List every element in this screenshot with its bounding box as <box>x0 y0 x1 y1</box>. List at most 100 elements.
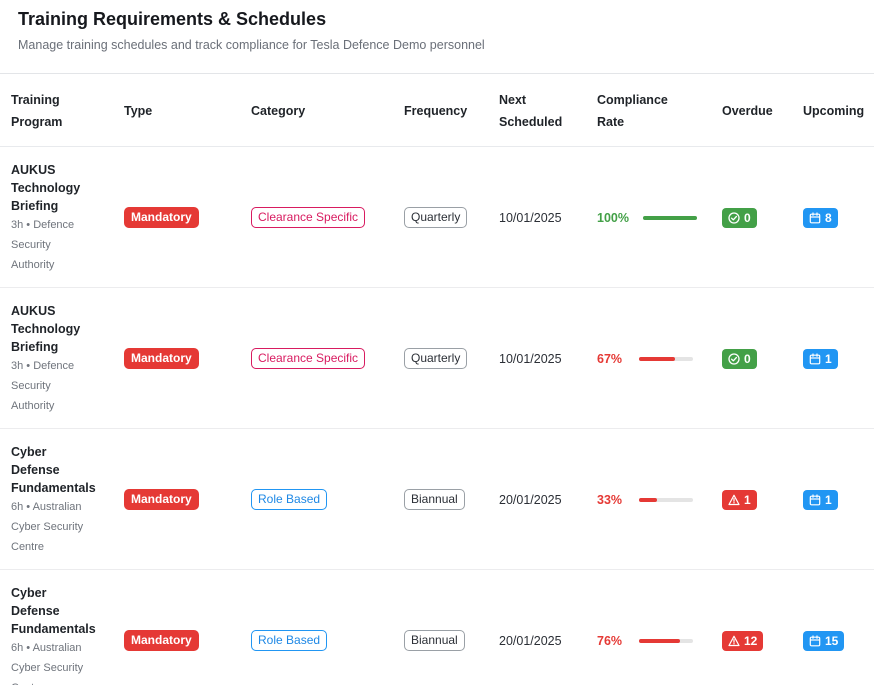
category-cell: Role Based <box>251 429 328 570</box>
category-badge: Role Based <box>251 489 328 510</box>
table-row: AUKUS Technology Briefing 3h • Defence Secur… <box>0 288 874 429</box>
training-program-meta: 3h • Defence Security Authority <box>11 356 74 416</box>
category-cell: Clearance Specific <box>251 147 366 288</box>
upcoming-count: 1 <box>825 492 832 507</box>
page-header: Training Requirements & Schedules Manage… <box>18 8 874 74</box>
col-category[interactable]: Category <box>251 74 305 147</box>
type-cell: Mandatory <box>124 570 199 685</box>
upcoming-cell: 8 <box>803 147 838 288</box>
compliance-rate-value: 100% <box>597 210 629 225</box>
overdue-cell: 0 <box>722 147 757 288</box>
overdue-count: 12 <box>744 633 758 648</box>
col-overdue[interactable]: Overdue <box>722 74 773 147</box>
calendar-icon <box>809 634 821 647</box>
type-cell: Mandatory <box>124 429 199 570</box>
training-program-title[interactable]: Briefing <box>11 338 58 356</box>
col-type[interactable]: Type <box>124 74 152 147</box>
category-badge: Clearance Specific <box>251 207 366 228</box>
compliance-rate-value: 76% <box>597 633 623 648</box>
compliance-progress-fill <box>639 638 681 643</box>
upcoming-count: 1 <box>825 351 832 366</box>
training-program-meta-line: Cyber Security <box>11 661 84 674</box>
training-program-title[interactable]: Technology <box>11 179 80 197</box>
training-program-meta-line: Security <box>11 238 51 251</box>
overdue-cell: 1 <box>722 429 757 570</box>
training-program-title[interactable]: Defense <box>11 602 60 620</box>
training-program-title[interactable]: Technology <box>11 320 80 338</box>
upcoming-badge: 8 <box>803 207 838 228</box>
training-program-meta-line: 3h • Defence <box>11 359 75 372</box>
training-program-title[interactable]: Cyber <box>11 443 46 461</box>
training-program-cell: AUKUS Technology Briefing 3h • Defence Secur… <box>11 147 111 288</box>
training-program-meta-line: Authority <box>11 399 55 412</box>
overdue-badge: 12 <box>722 630 764 651</box>
overdue-badge: 1 <box>722 489 757 510</box>
overdue-count: 0 <box>744 210 751 225</box>
type-cell: Mandatory <box>124 147 199 288</box>
upcoming-badge: 15 <box>803 630 845 651</box>
calendar-icon <box>809 352 821 365</box>
type-badge: Mandatory <box>124 489 199 510</box>
overdue-cell: 0 <box>722 288 757 429</box>
overdue-cell: 12 <box>722 570 764 685</box>
compliance-cell: 100% <box>597 147 697 288</box>
overdue-count: 1 <box>744 492 751 507</box>
training-program-meta-line: 6h • Australian <box>11 641 82 654</box>
frequency-cell: Quarterly <box>404 147 468 288</box>
compliance-rate-value: 67% <box>597 351 623 366</box>
next-scheduled-date: 20/01/2025 <box>499 633 562 648</box>
type-badge: Mandatory <box>124 348 199 369</box>
frequency-cell: Biannual <box>404 570 465 685</box>
training-program-meta-line: 3h • Defence <box>11 218 75 231</box>
training-program-title[interactable]: Fundamentals <box>11 620 96 638</box>
check-circle-icon <box>728 352 740 365</box>
col-frequency[interactable]: Frequency <box>404 74 467 147</box>
training-table: Training Program Type Category Frequency… <box>0 73 874 685</box>
next-scheduled-cell: 20/01/2025 <box>499 570 562 685</box>
table-row: Cyber Defense Fundamentals 6h • Australian C… <box>0 429 874 570</box>
calendar-icon <box>809 211 821 224</box>
calendar-icon <box>809 493 821 506</box>
table-header: Training Program Type Category Frequency… <box>0 74 874 147</box>
training-program-meta-line: Cyber Security <box>11 520 84 533</box>
compliance-cell: 76% <box>597 570 693 685</box>
training-program-title[interactable]: Briefing <box>11 197 58 215</box>
training-program-title[interactable]: Defense <box>11 461 60 479</box>
upcoming-cell: 15 <box>803 570 845 685</box>
training-program-title[interactable]: AUKUS <box>11 161 55 179</box>
col-training-program[interactable]: Training Program <box>11 74 101 147</box>
training-program-title[interactable]: Fundamentals <box>11 479 96 497</box>
frequency-badge: Quarterly <box>404 348 468 369</box>
category-cell: Role Based <box>251 570 328 685</box>
training-program-meta: 3h • Defence Security Authority <box>11 215 74 275</box>
compliance-progress-bar <box>639 638 693 643</box>
table-row: AUKUS Technology Briefing 3h • Defence Secur… <box>0 147 874 288</box>
next-scheduled-date: 20/01/2025 <box>499 492 562 507</box>
training-program-title[interactable]: Cyber <box>11 584 46 602</box>
compliance-rate-value: 33% <box>597 492 623 507</box>
col-upcoming[interactable]: Upcoming <box>803 74 864 147</box>
col-compliance-rate[interactable]: Compliance Rate <box>597 74 687 147</box>
next-scheduled-cell: 20/01/2025 <box>499 429 562 570</box>
overdue-badge: 0 <box>722 348 757 369</box>
frequency-cell: Quarterly <box>404 288 468 429</box>
overdue-count: 0 <box>744 351 751 366</box>
compliance-progress-bar <box>639 497 693 502</box>
warning-triangle-icon <box>728 494 740 506</box>
upcoming-count: 15 <box>825 633 839 648</box>
training-program-title[interactable]: AUKUS <box>11 302 55 320</box>
training-program-meta: 6h • Australian Cyber Security Centre <box>11 638 83 685</box>
type-cell: Mandatory <box>124 288 199 429</box>
upcoming-cell: 1 <box>803 288 838 429</box>
overdue-badge: 0 <box>722 207 757 228</box>
col-next-scheduled[interactable]: Next Scheduled <box>499 74 579 147</box>
next-scheduled-date: 10/01/2025 <box>499 210 562 225</box>
next-scheduled-cell: 10/01/2025 <box>499 147 562 288</box>
training-program-meta-line: Centre <box>11 679 83 685</box>
compliance-progress-bar <box>643 215 697 220</box>
category-cell: Clearance Specific <box>251 288 366 429</box>
training-program-meta-line: Centre <box>11 540 45 553</box>
frequency-badge: Quarterly <box>404 207 468 228</box>
category-badge: Clearance Specific <box>251 348 366 369</box>
compliance-progress-fill <box>639 497 657 502</box>
